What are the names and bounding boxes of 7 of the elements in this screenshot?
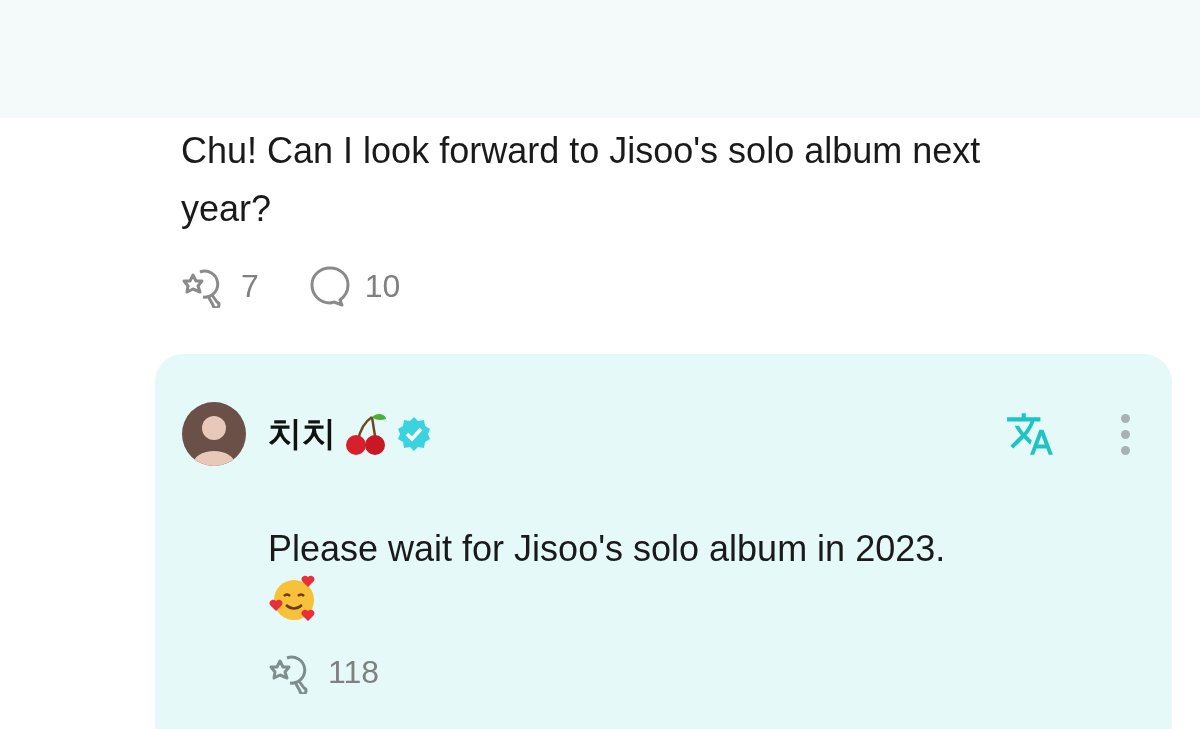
cheer-count: 7 [241,267,259,305]
reply-text: Please wait for Jisoo's solo album in 2023. [268,527,947,571]
comment-icon[interactable] [308,265,351,307]
comment-count: 10 [364,267,401,305]
author-name[interactable]: 치치 [268,411,336,457]
cheer-count: 118 [328,653,379,691]
post-text: Chu! Can I look forward to Jisoo's solo album next year? [181,129,982,231]
